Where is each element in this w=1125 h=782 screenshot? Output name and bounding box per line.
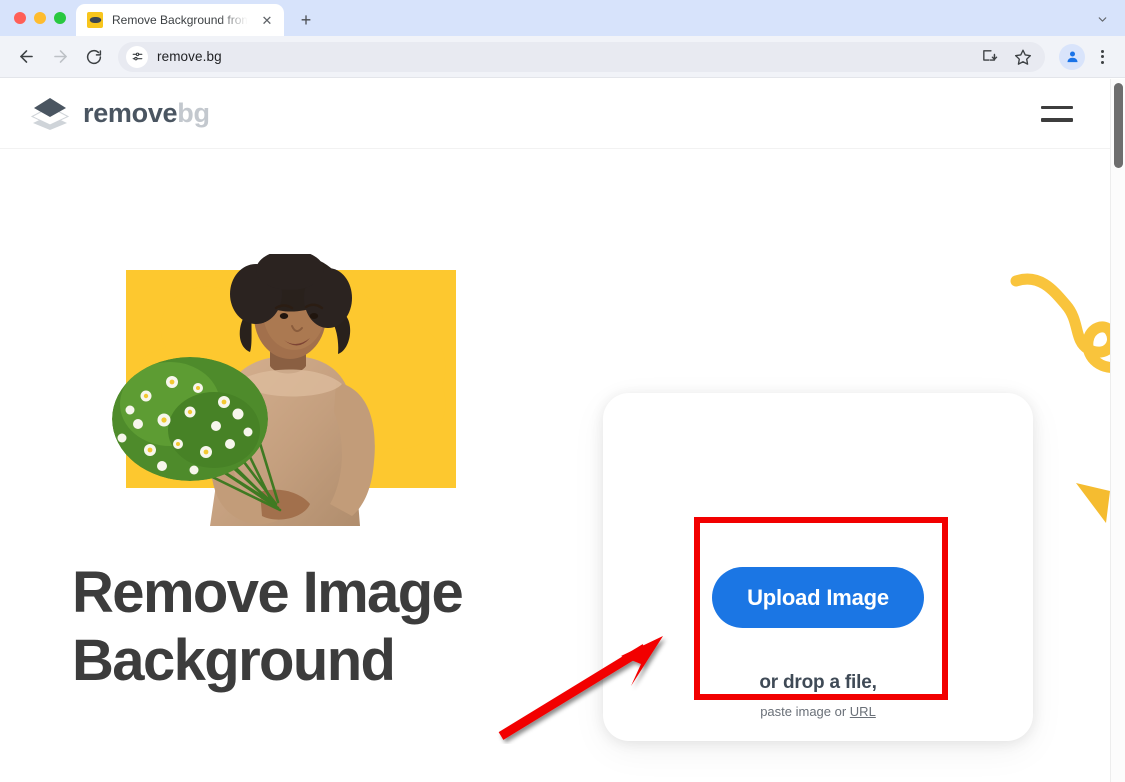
paste-url-link[interactable]: URL bbox=[850, 704, 876, 719]
window-traffic-lights bbox=[10, 0, 76, 36]
paste-hint: paste image or URL bbox=[760, 704, 876, 719]
minimize-window-button[interactable] bbox=[34, 12, 46, 24]
install-app-icon[interactable] bbox=[973, 41, 1005, 73]
forward-button[interactable] bbox=[44, 41, 76, 73]
omnibox-actions bbox=[973, 41, 1039, 73]
tune-icon[interactable] bbox=[126, 45, 148, 68]
browser-toolbar: remove.bg bbox=[0, 36, 1125, 78]
upload-image-button[interactable]: Upload Image bbox=[712, 567, 924, 628]
chevron-down-icon[interactable] bbox=[1089, 6, 1115, 32]
reload-button[interactable] bbox=[78, 41, 110, 73]
site-header: removebg bbox=[0, 79, 1110, 149]
removebg-page: removebg Remove Image Background Upload … bbox=[0, 79, 1125, 782]
hero-image bbox=[78, 254, 478, 536]
yellow-triangle-decoration bbox=[1076, 481, 1110, 523]
page-title: Remove Image Background bbox=[72, 559, 592, 695]
url-text: remove.bg bbox=[157, 49, 222, 64]
removebg-favicon bbox=[87, 12, 103, 28]
drop-file-text: or drop a file, bbox=[759, 672, 877, 693]
hamburger-menu-icon[interactable] bbox=[1041, 105, 1073, 122]
paste-hint-prefix: paste image or bbox=[760, 704, 850, 719]
headline-line-1: Remove Image bbox=[72, 560, 464, 625]
scrollbar-thumb[interactable] bbox=[1114, 83, 1123, 168]
profile-avatar-icon[interactable] bbox=[1059, 43, 1085, 70]
close-tab-button[interactable]: ✕ bbox=[258, 11, 276, 29]
tab-strip: Remove Background from Ima ✕ + bbox=[0, 0, 1125, 36]
new-tab-button[interactable]: + bbox=[292, 6, 320, 34]
page-content: Remove Image Background 100% Automatical… bbox=[0, 149, 1125, 782]
maximize-window-button[interactable] bbox=[54, 12, 66, 24]
headline-line-2: Background bbox=[72, 628, 396, 693]
tab-title: Remove Background from Ima bbox=[112, 13, 249, 27]
star-icon[interactable] bbox=[1007, 41, 1039, 73]
page-scrollbar[interactable] bbox=[1110, 79, 1125, 782]
layers-logo-icon bbox=[30, 97, 70, 131]
logo-wordmark: removebg bbox=[83, 98, 210, 129]
upload-card: Upload Image or drop a file, paste image… bbox=[603, 393, 1033, 741]
close-window-button[interactable] bbox=[14, 12, 26, 24]
browser-window: Remove Background from Ima ✕ + bbox=[0, 0, 1125, 782]
logo-text-secondary: bg bbox=[177, 98, 210, 128]
back-button[interactable] bbox=[10, 41, 42, 73]
site-logo[interactable]: removebg bbox=[30, 97, 210, 131]
browser-tab[interactable]: Remove Background from Ima ✕ bbox=[76, 4, 284, 36]
address-bar[interactable]: remove.bg bbox=[118, 41, 1045, 73]
logo-text-primary: remove bbox=[83, 98, 178, 128]
page-viewport: removebg Remove Image Background Upload … bbox=[0, 79, 1125, 782]
kebab-menu-icon[interactable] bbox=[1089, 44, 1115, 70]
